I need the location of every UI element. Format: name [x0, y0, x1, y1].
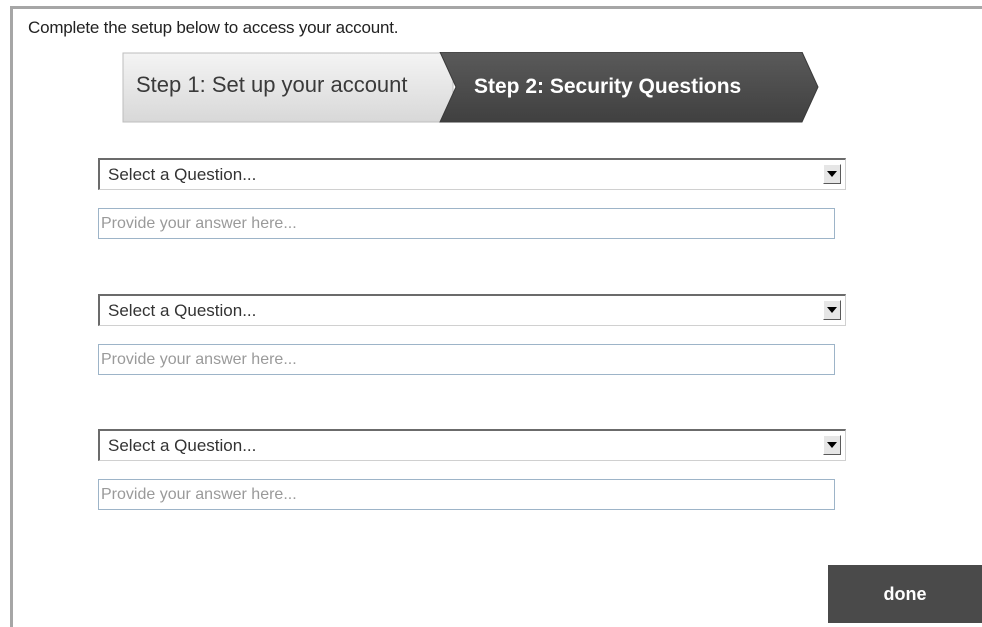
- chevron-down-icon[interactable]: [823, 300, 841, 320]
- chevron-down-icon-glyph: [827, 307, 837, 313]
- security-question-select-3-value: Select a Question...: [108, 436, 257, 455]
- security-answer-input-1[interactable]: [98, 208, 835, 239]
- security-question-select-1[interactable]: Select a Question...: [98, 158, 846, 190]
- security-question-select-2[interactable]: Select a Question...: [98, 294, 846, 326]
- step2-label: Step 2: Security Questions: [474, 75, 742, 98]
- step-wizard: Step 1: Set up your account Step 2: Secu…: [122, 52, 822, 124]
- security-question-select-3[interactable]: Select a Question...: [98, 429, 846, 461]
- chevron-down-icon-glyph: [827, 171, 837, 177]
- chevron-down-icon[interactable]: [823, 435, 841, 455]
- chevron-down-icon[interactable]: [823, 164, 841, 184]
- setup-instructions: Complete the setup below to access your …: [28, 18, 399, 37]
- chevron-down-icon-glyph: [827, 442, 837, 448]
- step1-label: Step 1: Set up your account: [136, 72, 408, 97]
- security-question-select-1-value: Select a Question...: [108, 165, 257, 184]
- security-answer-input-3[interactable]: [98, 479, 835, 510]
- security-answer-input-2[interactable]: [98, 344, 835, 375]
- security-question-select-2-value: Select a Question...: [108, 301, 257, 320]
- done-button[interactable]: done: [828, 565, 982, 623]
